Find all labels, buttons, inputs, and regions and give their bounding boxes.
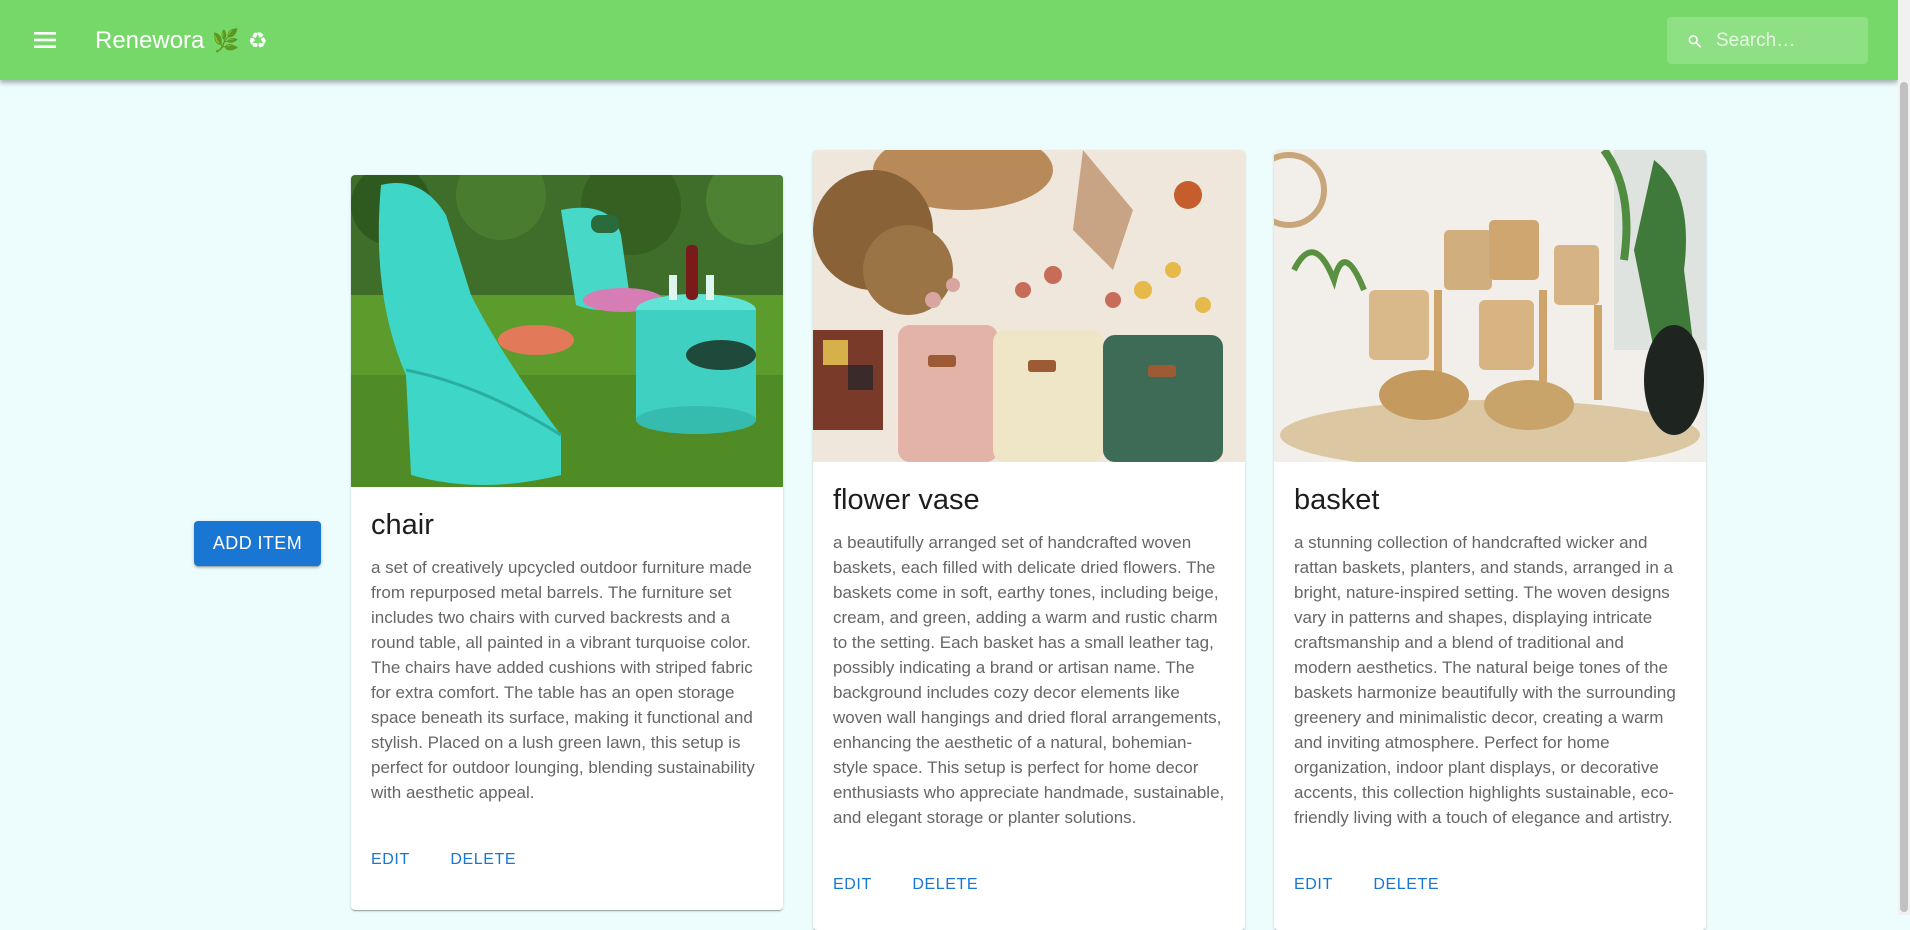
delete-button[interactable]: DELETE xyxy=(440,843,526,877)
card-description: a stunning collection of handcrafted wic… xyxy=(1294,533,1676,827)
menu-icon xyxy=(34,32,56,48)
recycle-icon: ♻ xyxy=(247,28,268,53)
edit-button[interactable]: EDIT xyxy=(1284,868,1343,902)
card-description: a beautifully arranged set of handcrafte… xyxy=(833,533,1225,827)
search-input[interactable] xyxy=(1714,28,1868,53)
edit-button[interactable]: EDIT xyxy=(823,868,882,902)
brand: Renewora 🌿 ♻ xyxy=(95,26,268,56)
menu-button[interactable] xyxy=(24,22,66,58)
app-title: Renewora xyxy=(95,27,205,54)
scrollbar[interactable] xyxy=(1898,0,1910,915)
search-box[interactable] xyxy=(1667,17,1868,64)
app-bar: Renewora 🌿 ♻ xyxy=(0,0,1898,80)
card-title: basket xyxy=(1294,484,1380,516)
item-card-basket: basket a stunning collection of handcraf… xyxy=(1274,150,1706,930)
chair-image xyxy=(351,175,783,487)
delete-button[interactable]: DELETE xyxy=(1363,868,1449,902)
leaf-icon: 🌿 xyxy=(212,28,240,53)
card-description: a set of creatively upcycled outdoor fur… xyxy=(371,558,755,802)
item-card-chair: chair a set of creatively upcycled outdo… xyxy=(351,175,783,910)
add-item-button[interactable]: ADD ITEM xyxy=(194,521,321,566)
edit-button[interactable]: EDIT xyxy=(361,843,420,877)
card-title: flower vase xyxy=(833,484,980,516)
card-title: chair xyxy=(371,509,434,541)
delete-button[interactable]: DELETE xyxy=(902,868,988,902)
flower-vase-image xyxy=(813,150,1245,462)
scrollbar-thumb[interactable] xyxy=(1900,82,1908,912)
item-card-flower-vase: flower vase a beautifully arranged set o… xyxy=(813,150,1245,930)
search-icon xyxy=(1688,34,1701,47)
basket-image xyxy=(1274,150,1706,462)
